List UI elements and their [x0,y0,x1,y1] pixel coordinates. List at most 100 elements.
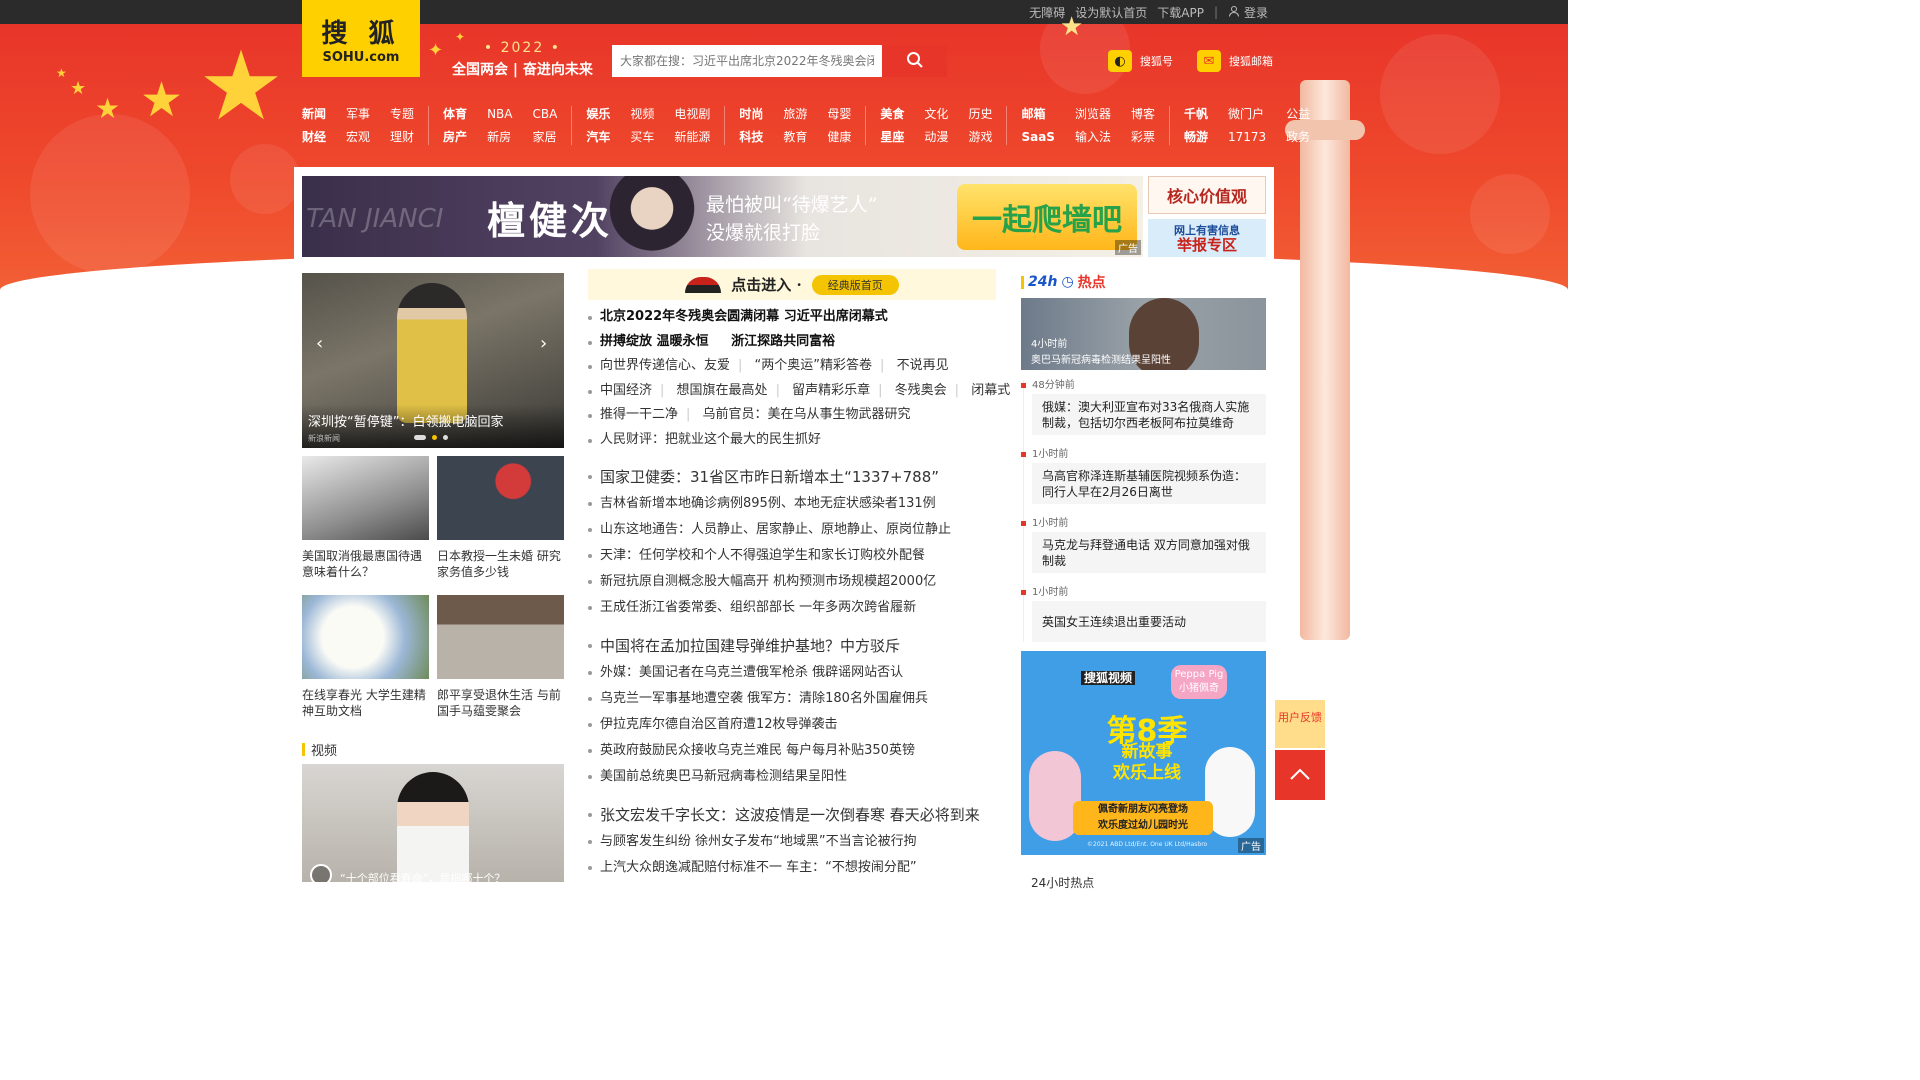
nav-item[interactable]: 政务 [1286,129,1310,145]
news-link[interactable]: 吉林省新增本地确诊病例895例、本地无症状感染者131例 [600,496,936,511]
nav-item[interactable]: 电视剧 [674,106,710,122]
hot-item-title[interactable]: 乌高官称泽连斯基辅医院视频系伪造：同行人早在2月26日离世 [1032,463,1266,504]
news-link[interactable]: 外媒：美国记者在乌克兰遭俄军枪杀 俄辟谣网站否认 [600,665,903,680]
nav-item[interactable]: 买车 [630,129,654,145]
video-item[interactable]: “十个部位看寿命”，是指哪十个？ [302,764,564,882]
lead-news-link[interactable]: 中国将在孟加拉国建导弹维护基地？中方驳斥 [600,637,900,655]
chevron-right-icon[interactable]: › [540,333,547,354]
nav-item[interactable]: 游戏 [968,129,992,145]
sohuhao-link[interactable]: ◐ 搜狐号 [1108,50,1173,72]
news-link[interactable]: 想国旗在最高处 [677,383,768,398]
download-app-link[interactable]: 下载APP [1157,4,1204,21]
nav-item[interactable]: 旅游 [783,106,807,122]
news-link[interactable]: 伊拉克库尔德自治区首府遭12枚导弹袭击 [600,717,838,732]
news-link[interactable]: 美国前总统奥巴马新冠病毒检测结果呈阳性 [600,769,847,784]
nav-item[interactable]: 汽车 [586,129,610,145]
nav-item[interactable]: 科技 [739,129,763,145]
nav-item[interactable]: 专题 [390,106,414,122]
nav-item[interactable]: 房产 [443,129,467,145]
headline-link[interactable]: 拼搏绽放 温暖永恒 [600,334,709,349]
sohu-logo[interactable]: 搜 狐 SOHU.com [302,0,420,77]
news-link[interactable]: 山东这地通告：人员静止、居家静止、原地静止、原岗位静止 [600,522,951,537]
nav-item[interactable]: 千帆 [1184,106,1208,122]
nav-item[interactable]: 微门户 [1228,106,1266,122]
news-link[interactable]: 天津：任何学校和个人不得强迫学生和家长订购校外配餐 [600,548,925,563]
report-zone-banner[interactable]: 网上有害信息 举报专区 [1148,219,1266,257]
hot-top-item[interactable]: 4小时前 奥巴马新冠病毒检测结果呈阳性 [1021,298,1266,370]
nav-item[interactable]: 历史 [968,106,992,122]
news-link[interactable]: 乌克兰一军事基地遭空袭 俄军方：清除180名外国雇佣兵 [600,691,928,706]
photo-news-item[interactable]: 日本教授一生未婚 研究家务值多少钱 [437,456,564,580]
carousel-dot[interactable] [443,435,448,440]
nav-item[interactable]: 17173 [1228,129,1266,145]
nav-item[interactable]: 健康 [827,129,851,145]
nav-item[interactable]: 博客 [1131,106,1155,122]
nav-item[interactable]: 美食 [880,106,904,122]
chevron-left-icon[interactable]: ‹ [316,333,323,354]
nav-item[interactable]: 教育 [783,129,807,145]
banner-ad[interactable]: TAN JIANCI 檀健次 最怕被叫“待爆艺人” 没爆就很打脸 一起爬墙吧 广… [302,176,1143,257]
nav-item[interactable]: 动漫 [924,129,948,145]
news-link[interactable]: 中国经济 [600,383,652,398]
news-link[interactable]: 乌前官员：美在乌从事生物武器研究 [703,407,911,422]
mail-link[interactable]: ✉ 搜狐邮箱 [1197,50,1273,72]
two-sessions-slogan[interactable]: • 2022 • 全国两会 | 奋进向未来 [452,40,593,79]
news-link[interactable]: 冬残奥会 [895,383,947,398]
feedback-button[interactable]: 用户反馈 [1275,700,1325,748]
news-link[interactable]: 上汽大众朗逸减配赔付标准不一 车主：“不想按闹分配” [600,860,917,875]
hot-item-title[interactable]: 英国女王连续退出重要活动 [1032,601,1266,642]
play-icon[interactable] [310,864,332,882]
news-link[interactable]: 新冠抗原自测概念股大幅高开 机构预测市场规模超2000亿 [600,574,936,589]
headline-link[interactable]: 北京2022年冬残奥会圆满闭幕 习近平出席闭幕式 [600,309,888,324]
nav-item[interactable]: 理财 [390,129,414,145]
photo-news-item[interactable]: 美国取消俄最惠国待遇意味着什么？ [302,456,429,580]
news-link[interactable]: 王成任浙江省委常委、组织部部长 一年多两次跨省履新 [600,600,916,615]
nav-item[interactable]: 输入法 [1075,129,1111,145]
search-button[interactable] [882,45,947,77]
carousel-dot[interactable] [432,435,437,440]
hot-item-title[interactable]: 俄媒：澳大利亚宣布对33名俄商人实施制裁，包括切尔西老板阿布拉莫维奇 [1032,394,1266,435]
core-values-banner[interactable]: 核心价值观 [1148,176,1266,214]
news-link[interactable]: 向世界传递信心、友爱 [600,358,730,373]
news-link[interactable]: 留声精彩乐章 [792,383,870,398]
nav-item[interactable]: 家居 [532,129,557,145]
nav-item[interactable]: 星座 [880,129,904,145]
news-carousel[interactable]: ‹ › 深圳按“暂停键”：白领搬电脑回家 新浪新闻 [302,273,564,448]
headline-link[interactable]: 浙江探路共同富裕 [731,334,835,349]
nav-item[interactable]: 宏观 [346,129,370,145]
login-link[interactable]: 登录 [1228,4,1268,21]
lead-news-link[interactable]: 国家卫健委：31省区市昨日新增本土“1337+788” [600,468,939,486]
nav-item[interactable]: 视频 [630,106,654,122]
nav-item[interactable]: 畅游 [1184,129,1208,145]
carousel-dot[interactable] [414,435,426,440]
nav-item[interactable]: 财经 [302,129,326,145]
set-homepage-link[interactable]: 设为默认首页 [1075,4,1147,21]
nav-item[interactable]: 邮箱 [1021,106,1054,122]
peppa-pig-ad[interactable]: 搜狐视频 Peppa Pig 小猪佩奇 第8季 新故事 欢乐上线 佩奇新朋友闪亮… [1021,651,1266,855]
photo-news-item[interactable]: 在线享春光 大学生建精神互助文档 [302,595,429,719]
nav-item[interactable]: 体育 [443,106,467,122]
photo-news-item[interactable]: 郎平享受退休生活 与前国手马蕴雯聚会 [437,595,564,719]
news-link[interactable]: 推得一干二净 [600,407,678,422]
news-link[interactable]: “两个奥运”精彩答卷 [755,358,872,373]
hot-item-title[interactable]: 马克龙与拜登通电话 双方同意加强对俄制裁 [1032,532,1266,573]
nav-item[interactable]: CBA [532,106,557,122]
nav-item[interactable]: 新闻 [302,106,326,122]
nav-item[interactable]: NBA [487,106,512,122]
nav-item[interactable]: 娱乐 [586,106,610,122]
nav-item[interactable]: 新能源 [674,129,710,145]
search-input[interactable] [612,45,882,77]
nav-item[interactable]: 军事 [346,106,370,122]
news-link[interactable]: 人民财评：把就业这个最大的民生抓好 [600,432,821,447]
nav-item[interactable]: 新房 [487,129,512,145]
nav-item[interactable]: 公益 [1286,106,1310,122]
news-link[interactable]: 与顾客发生纠纷 徐州女子发布“地域黑”不当言论被行拘 [600,834,917,849]
nav-item[interactable]: 时尚 [739,106,763,122]
nav-item[interactable]: 母婴 [827,106,851,122]
nav-item[interactable]: 文化 [924,106,948,122]
news-link[interactable]: 闭幕式 [971,383,1010,398]
nav-item[interactable]: 彩票 [1131,129,1155,145]
news-link[interactable]: 不说再见 [897,358,949,373]
lead-news-link[interactable]: 张文宏发千字长文：这波疫情是一次倒春寒 春天必将到来 [600,806,980,824]
news-link[interactable]: 英政府鼓励民众接收乌克兰难民 每户每月补贴350英镑 [600,743,915,758]
